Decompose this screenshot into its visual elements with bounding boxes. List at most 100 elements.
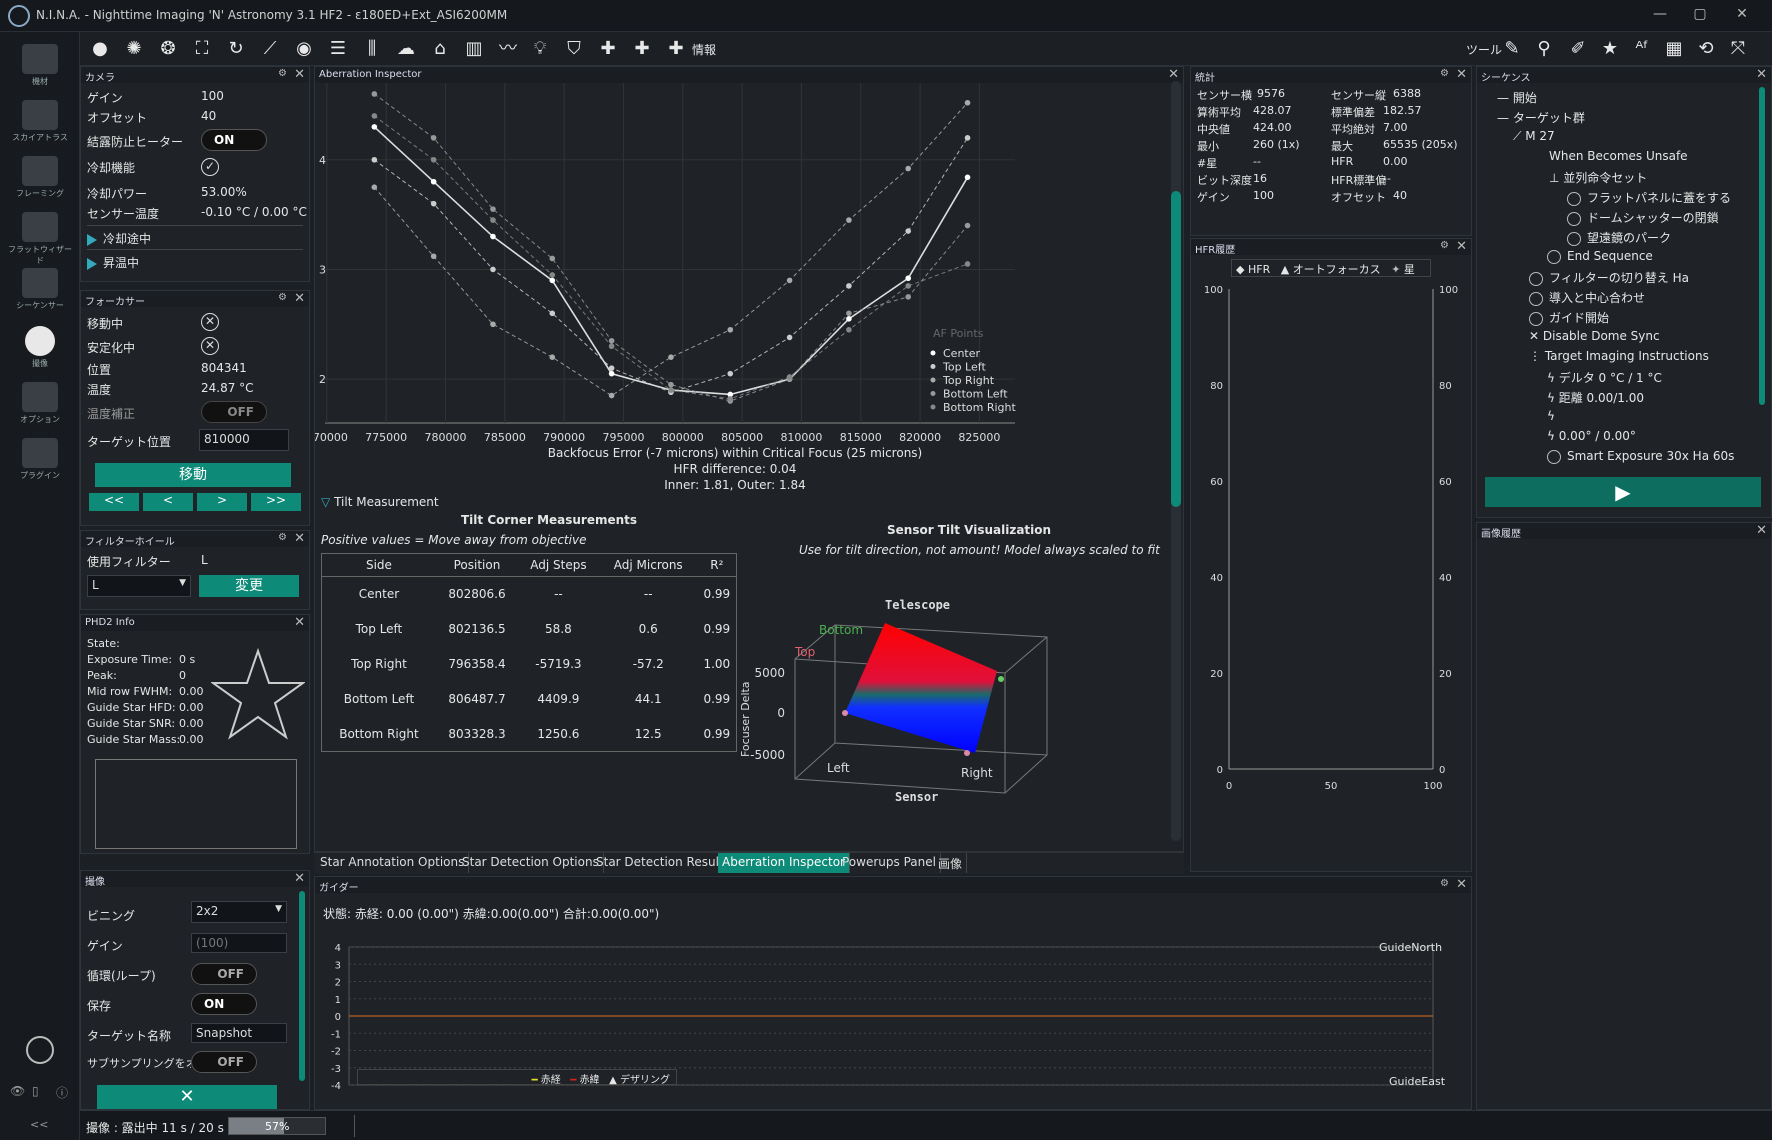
sequence-item[interactable]: ⟋ M 27 [1513,129,1555,144]
sequence-item[interactable]: — ターゲット群 [1497,109,1585,126]
target-icon[interactable]: ◉ [292,38,316,60]
temp-comp-toggle[interactable]: OFF [201,401,267,423]
tab-star-detection-options[interactable]: Star Detection Options [458,853,604,873]
tools-label[interactable]: ツール [1466,41,1502,58]
move-button[interactable]: 移動 [95,463,291,487]
sequence-item[interactable]: 導入と中心合わせ [1529,289,1645,306]
nav-flat-wizard[interactable]: フラットウィザード [6,208,74,266]
tab-star-annotation-options[interactable]: Star Annotation Options [316,853,470,873]
tab-powerups-panel[interactable]: Powerups Panel [838,853,941,873]
settings-icon[interactable]: ⚙ [1440,878,1449,889]
move-far-out-button[interactable]: >> [251,493,301,511]
grid-icon[interactable]: ▦ [1662,38,1686,60]
tab-star-detection-results[interactable]: Star Detection Results [592,853,735,873]
close-icon[interactable]: ✕ [1456,67,1467,82]
sequence-item[interactable]: フラットパネルに蓋をする [1567,189,1731,206]
bulb-icon[interactable]: 💡︎ [528,38,552,60]
sequence-item[interactable]: — 開始 [1497,89,1537,106]
sequence-item[interactable]: ✕ Disable Dome Sync [1529,329,1660,343]
plugin-3-icon[interactable]: ✚ [664,38,688,60]
guide-graph-icon[interactable]: 〰 [496,38,520,60]
move-far-in-button[interactable]: << [89,493,139,511]
magnifier-icon[interactable]: ⚲ [1532,38,1556,60]
list-icon[interactable]: ☰ [326,38,350,60]
cancel-exposure-button[interactable]: ✕ [97,1085,277,1109]
sequence-item[interactable]: End Sequence [1547,249,1653,264]
weather-icon[interactable]: ☁ [394,38,418,60]
aperture-icon[interactable]: ✺ [122,38,146,60]
fullscreen-icon[interactable]: ⤧ [1726,38,1750,60]
book-icon[interactable]: ▯ [32,1084,39,1098]
histogram-icon[interactable]: ▥ [462,38,486,60]
sequence-item[interactable]: ⋮ Target Imaging Instructions [1529,349,1709,363]
focus-frame-icon[interactable]: ⛶ [190,38,214,60]
sequence-item[interactable]: ドームシャッターの閉鎖 [1567,209,1719,226]
subsample-toggle[interactable]: OFF [191,1051,257,1073]
sequence-item[interactable]: 望遠鏡のパーク [1567,229,1671,246]
sequence-item[interactable]: ϟ 0.00° / 0.00° [1547,429,1636,443]
gain-input[interactable]: (100) [191,933,287,953]
close-icon[interactable]: ✕ [294,291,305,306]
close-icon[interactable]: ✕ [294,531,305,546]
cooling-expander[interactable]: 冷却途中 [87,225,303,247]
close-icon[interactable]: ✕ [1168,67,1179,82]
start-sequence-button[interactable]: ▶ [1485,477,1761,507]
tilt-measurement-expander[interactable]: ▽ Tilt Measurement [321,495,439,509]
move-out-button[interactable]: > [197,493,247,511]
close-icon[interactable]: ✕ [294,615,305,630]
filter-select[interactable]: L ▼ [87,575,191,597]
moon-icon[interactable]: ● [88,38,112,60]
nav-sequencer[interactable]: シーケンサー [6,264,74,322]
settings-icon[interactable]: ⚙ [278,292,287,303]
close-icon[interactable]: ✕ [294,871,305,886]
collapse-nav-button[interactable]: << [30,1118,48,1131]
save-toggle[interactable]: ON [191,993,257,1015]
pen-icon[interactable]: ✎ [1500,38,1524,60]
close-icon[interactable]: ✕ [1756,523,1767,538]
maximize-icon[interactable]: ▢ [1680,6,1720,26]
telescope-icon[interactable]: ⟋ [258,38,282,60]
sequence-item[interactable]: ϟ 距離 0.00/1.00 [1547,389,1644,406]
target-position-input[interactable]: 810000 [199,429,289,451]
star-icon[interactable]: ★ [1598,38,1622,60]
dome-icon[interactable]: ⌂ [428,38,452,60]
sequence-item[interactable]: Smart Exposure 30x Ha 60s [1547,449,1734,464]
info-icon[interactable]: ⓘ [56,1084,68,1101]
scrollbar[interactable] [299,891,305,1081]
target-name-input[interactable]: Snapshot [191,1023,287,1043]
settings-icon[interactable]: ⚙ [278,532,287,543]
nav-equipment[interactable]: 機材 [6,40,74,98]
settings-icon[interactable]: ⚙ [1440,240,1449,251]
loop-toggle[interactable]: OFF [191,963,257,985]
info-tool-label[interactable]: 情報 [692,41,716,58]
nav-sky-atlas[interactable]: スカイアトラス [6,96,74,154]
settings-icon[interactable]: ⚙ [1440,68,1449,79]
close-icon[interactable]: ✕ [294,67,305,82]
scrollbar[interactable] [1759,87,1765,405]
nav-options[interactable]: オプション [6,378,74,436]
dew-heater-toggle[interactable]: ON [201,129,267,151]
close-icon[interactable]: ✕ [1456,239,1467,254]
close-icon[interactable]: ✕ [1756,67,1767,82]
switch-icon[interactable]: ⫼ [360,38,384,60]
nav-imaging[interactable]: 撮像 [6,322,74,380]
scrollbar-thumb[interactable] [1171,191,1181,507]
move-in-button[interactable]: < [143,493,193,511]
tab-aberration-inspector[interactable]: Aberration Inspector [718,853,850,873]
warming-expander[interactable]: 昇温中 [87,249,303,271]
nav-plugins[interactable]: プラグイン [6,434,74,492]
history-icon[interactable]: ⟲ [1694,38,1718,60]
sequence-item[interactable]: ガイド開始 [1529,309,1609,326]
minimize-icon[interactable]: — [1640,6,1680,26]
power-icon[interactable] [26,1036,54,1064]
change-filter-button[interactable]: 変更 [199,575,299,597]
plugin-1-icon[interactable]: ✚ [596,38,620,60]
autofocus-icon[interactable]: ᴬᶠ [1630,38,1654,60]
tab-image[interactable]: 画像 [934,853,968,873]
brush-icon[interactable]: ✐ [1566,38,1590,60]
settings-icon[interactable]: ⚙ [278,68,287,79]
sequence-item[interactable]: ϟ デルタ 0 °C / 1 °C [1547,369,1662,386]
nav-framing[interactable]: フレーミング [6,152,74,210]
close-icon[interactable]: ✕ [1722,6,1762,26]
scrollbar-track[interactable] [1171,81,1181,841]
